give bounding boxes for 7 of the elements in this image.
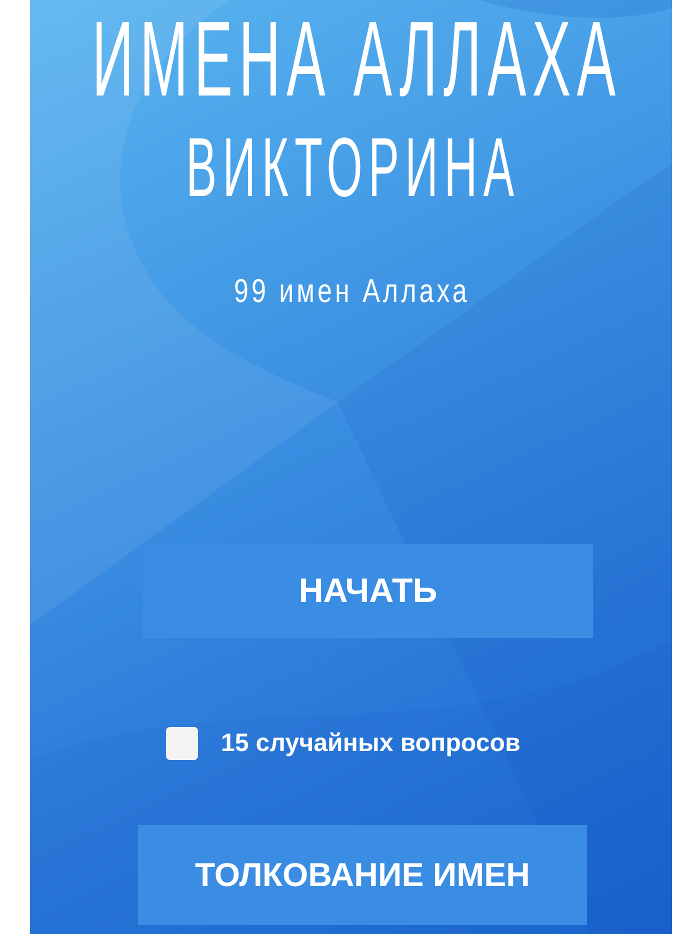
tagline-text: 99 имен Аллаха [234, 274, 470, 308]
app-title: ИМЕНА АЛЛАХА [92, 7, 622, 114]
start-button[interactable]: НАЧАТЬ [143, 544, 593, 638]
quiz-heading: ВИКТОРИНА [186, 125, 520, 209]
random-questions-checkbox[interactable] [166, 727, 198, 760]
names-meaning-button[interactable]: ТОЛКОВАНИЕ ИМЕН [138, 825, 587, 925]
checkbox-label[interactable]: 15 случайных вопросов [221, 729, 520, 758]
